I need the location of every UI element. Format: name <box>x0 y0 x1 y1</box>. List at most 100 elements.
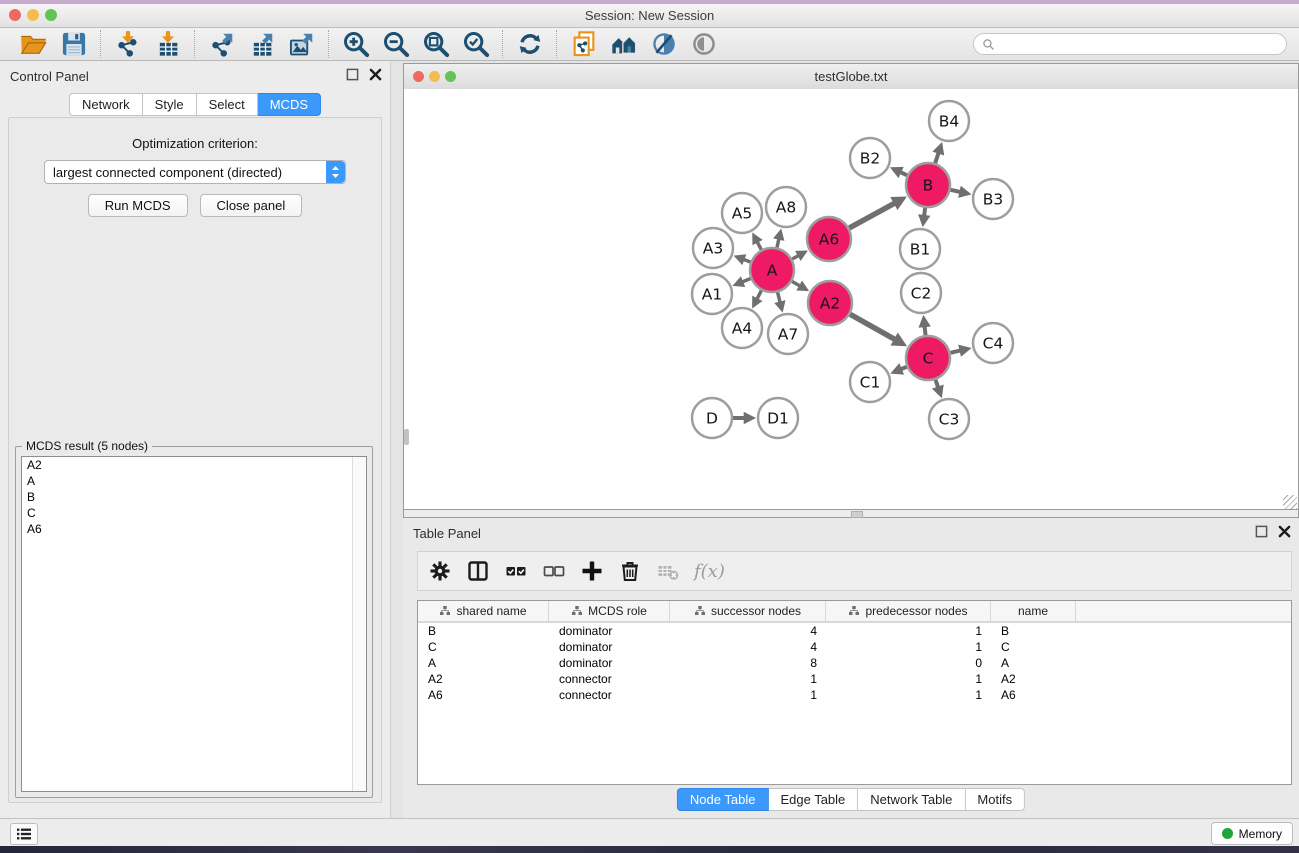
table-row[interactable]: Bdominator41B <box>418 623 1291 639</box>
table-row[interactable]: Adominator80A <box>418 655 1291 671</box>
import-network-icon[interactable] <box>114 30 142 58</box>
mcds-result-item[interactable]: A6 <box>22 521 366 537</box>
tab-style[interactable]: Style <box>143 93 197 116</box>
node-B4[interactable]: B4 <box>929 101 969 141</box>
column-header-empty[interactable] <box>1076 601 1291 621</box>
first-neighbors-icon[interactable] <box>610 30 638 58</box>
zoom-fit-icon[interactable] <box>422 30 450 58</box>
edge-C-C4[interactable] <box>950 350 960 352</box>
search-box[interactable] <box>973 33 1287 55</box>
mcds-result-item[interactable]: B <box>22 489 366 505</box>
node-C[interactable]: C <box>906 336 950 380</box>
tab-network[interactable]: Network <box>69 93 143 116</box>
table-row[interactable]: A2connector11A2 <box>418 671 1291 687</box>
edge-B-B2[interactable] <box>900 172 907 175</box>
node-C2[interactable]: C2 <box>901 273 941 313</box>
node-C3[interactable]: C3 <box>929 399 969 439</box>
node-B2[interactable]: B2 <box>850 138 890 178</box>
edge-A-A3[interactable] <box>743 259 750 262</box>
node-A1[interactable]: A1 <box>692 274 732 314</box>
node-D[interactable]: D <box>692 398 732 438</box>
node-table[interactable]: shared nameMCDS rolesuccessor nodesprede… <box>417 600 1292 785</box>
node-B[interactable]: B <box>906 163 950 207</box>
edge-B-B1[interactable] <box>924 208 925 216</box>
search-input[interactable] <box>999 36 1278 52</box>
node-C4[interactable]: C4 <box>973 323 1013 363</box>
node-A[interactable]: A <box>750 248 794 292</box>
node-A7[interactable]: A7 <box>768 314 808 354</box>
node-B1[interactable]: B1 <box>900 229 940 269</box>
node-C1[interactable]: C1 <box>850 362 890 402</box>
settings-gear-icon[interactable] <box>428 559 452 583</box>
table-tab-network-table[interactable]: Network Table <box>858 788 965 811</box>
new-network-from-selection-icon[interactable] <box>570 30 598 58</box>
close-panel-button[interactable]: Close panel <box>200 194 303 217</box>
hide-graphics-details-icon[interactable] <box>690 30 718 58</box>
node-D1[interactable]: D1 <box>758 398 798 438</box>
criterion-dropdown[interactable]: largest connected component (directed) <box>44 160 346 184</box>
float-table-panel-icon[interactable] <box>1255 525 1268 538</box>
table-tab-node-table[interactable]: Node Table <box>677 788 769 811</box>
column-header-MCDS-role[interactable]: MCDS role <box>549 601 670 621</box>
run-mcds-button[interactable]: Run MCDS <box>88 194 188 217</box>
edge-A-A2[interactable] <box>792 281 800 286</box>
export-network-icon[interactable] <box>208 30 236 58</box>
network-vertical-scrollthumb[interactable] <box>404 429 409 445</box>
deselect-all-checkboxes-icon[interactable] <box>542 559 566 583</box>
mcds-result-item[interactable]: A2 <box>22 457 366 473</box>
edge-A2-C[interactable] <box>850 314 895 339</box>
edge-A6-B[interactable] <box>849 203 895 228</box>
tab-mcds[interactable]: MCDS <box>258 93 321 116</box>
export-image-icon[interactable] <box>288 30 316 58</box>
result-scrollbar[interactable] <box>352 457 366 791</box>
column-header-name[interactable]: name <box>991 601 1076 621</box>
table-tab-motifs[interactable]: Motifs <box>965 788 1025 811</box>
edge-A-A4[interactable] <box>757 290 762 299</box>
table-row[interactable]: A6connector11A6 <box>418 687 1291 703</box>
column-header-shared-name[interactable]: shared name <box>418 601 549 621</box>
show-graphics-details-icon[interactable] <box>650 30 678 58</box>
column-header-predecessor-nodes[interactable]: predecessor nodes <box>826 601 991 621</box>
export-table-icon[interactable] <box>248 30 276 58</box>
edge-A-A8[interactable] <box>777 239 779 248</box>
network-window-titlebar[interactable]: testGlobe.txt <box>404 64 1298 90</box>
import-table-icon[interactable] <box>154 30 182 58</box>
float-panel-icon[interactable] <box>346 68 359 81</box>
edge-A-A6[interactable] <box>792 255 799 259</box>
split-columns-icon[interactable] <box>466 559 490 583</box>
mcds-result-item[interactable]: A <box>22 473 366 489</box>
edge-C-C3[interactable] <box>935 380 938 388</box>
edge-A-A1[interactable] <box>742 279 751 282</box>
node-A6[interactable]: A6 <box>807 217 851 261</box>
refresh-layout-icon[interactable] <box>516 30 544 58</box>
open-session-icon[interactable] <box>20 30 48 58</box>
zoom-in-icon[interactable] <box>342 30 370 58</box>
node-B3[interactable]: B3 <box>973 179 1013 219</box>
save-session-icon[interactable] <box>60 30 88 58</box>
memory-button[interactable]: Memory <box>1211 822 1293 845</box>
show-panels-button[interactable] <box>10 823 38 845</box>
select-all-checkboxes-icon[interactable] <box>504 559 528 583</box>
tab-select[interactable]: Select <box>197 93 258 116</box>
zoom-out-icon[interactable] <box>382 30 410 58</box>
network-canvas[interactable]: B4B2BB3A8A5A6A3B1AC2A1A2A4A7C4CC1C3DD1 <box>404 89 1298 510</box>
close-panel-icon[interactable] <box>369 68 382 81</box>
add-column-icon[interactable] <box>580 559 604 583</box>
edge-A-A5[interactable] <box>757 242 761 250</box>
node-A8[interactable]: A8 <box>766 187 806 227</box>
node-A4[interactable]: A4 <box>722 308 762 348</box>
table-tab-edge-table[interactable]: Edge Table <box>768 788 858 811</box>
edge-B-B4[interactable] <box>935 153 938 164</box>
mcds-result-item[interactable]: C <box>22 505 366 521</box>
node-A5[interactable]: A5 <box>722 193 762 233</box>
edge-A-A7[interactable] <box>778 292 781 302</box>
delete-rows-icon[interactable] <box>618 559 642 583</box>
node-A2[interactable]: A2 <box>808 281 852 325</box>
table-row[interactable]: Cdominator41C <box>418 639 1291 655</box>
divider-handle[interactable] <box>851 511 863 518</box>
edge-B-B3[interactable] <box>950 190 960 192</box>
mcds-result-list[interactable]: A2ABCA6 <box>21 456 367 792</box>
edge-C-C2[interactable] <box>925 326 926 335</box>
column-header-successor-nodes[interactable]: successor nodes <box>670 601 826 621</box>
close-table-panel-icon[interactable] <box>1278 525 1291 538</box>
